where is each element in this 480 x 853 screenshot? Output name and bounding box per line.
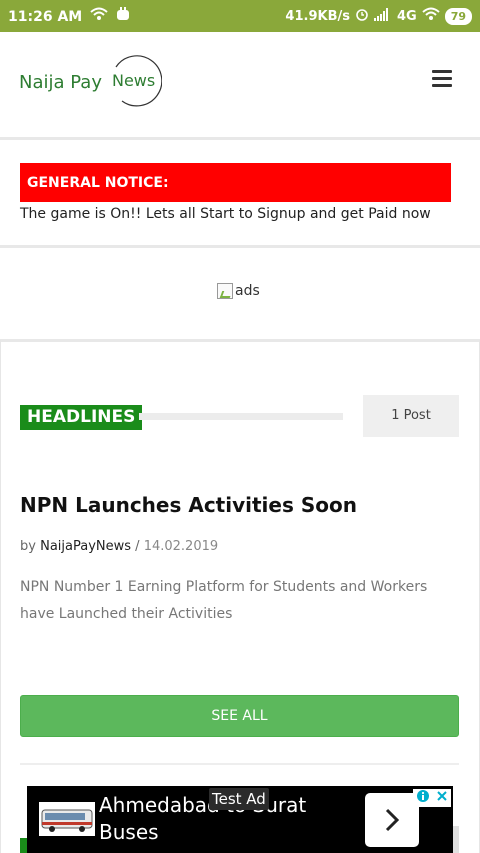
site-logo[interactable]: Naija Pay News (19, 54, 162, 110)
signal-icon (373, 7, 392, 26)
ads-alt-text: ads (235, 283, 260, 299)
notification-app-icon (116, 7, 130, 26)
adchoices-bar[interactable] (413, 789, 451, 807)
status-time: 11:26 AM (8, 8, 83, 25)
section-separator (20, 763, 459, 765)
meta-separator: / (135, 539, 140, 554)
close-ad-icon[interactable] (436, 789, 448, 807)
notice-text: The game is On!! Lets all Start to Signu… (20, 206, 431, 222)
status-bar: 11:26 AM 41.9KB/s 4G 79 (0, 0, 480, 32)
battery-level: 79 (444, 8, 472, 25)
headlines-label: HEADLINES (20, 405, 143, 430)
bus-image (39, 802, 95, 836)
meta-by: by (20, 539, 36, 554)
article-excerpt: NPN Number 1 Earning Platform for Studen… (20, 579, 428, 622)
notice-title: GENERAL NOTICE: (27, 175, 169, 191)
article-meta: by NaijaPayNews / 14.02.2019 (20, 539, 218, 554)
wifi-icon (422, 7, 440, 26)
adchoices-info-icon[interactable] (416, 789, 430, 808)
ads-image[interactable]: ads (217, 283, 260, 299)
post-count-badge: 1 Post (363, 395, 459, 437)
site-header: Naija Pay News (0, 32, 480, 138)
headlines-underline (139, 413, 343, 420)
article-author[interactable]: NaijaPayNews (40, 539, 131, 554)
broken-image-icon (217, 283, 233, 299)
logo-text: Naija Pay (19, 71, 102, 93)
network-speed: 41.9KB/s (285, 9, 350, 24)
wifi-hotspot-icon (90, 7, 108, 26)
article-title[interactable]: NPN Launches Activities Soon (20, 493, 357, 517)
alarm-icon (355, 7, 369, 26)
notice-divider (0, 245, 480, 248)
article-date: 14.02.2019 (143, 539, 219, 554)
ad-banner[interactable]: Ahmedabad to Surat Buses Test Ad (27, 786, 453, 853)
chevron-right-icon[interactable] (365, 793, 419, 847)
logo-circle: News (108, 55, 162, 109)
header-divider (0, 137, 480, 140)
menu-icon[interactable] (432, 70, 452, 88)
see-all-button[interactable]: SEE ALL (20, 695, 459, 737)
general-notice-bar: GENERAL NOTICE: (20, 163, 451, 202)
logo-news-text: News (111, 71, 156, 90)
next-section-badge-edge (453, 826, 459, 853)
network-type: 4G (396, 9, 417, 24)
test-ad-badge: Test Ad (209, 788, 269, 810)
